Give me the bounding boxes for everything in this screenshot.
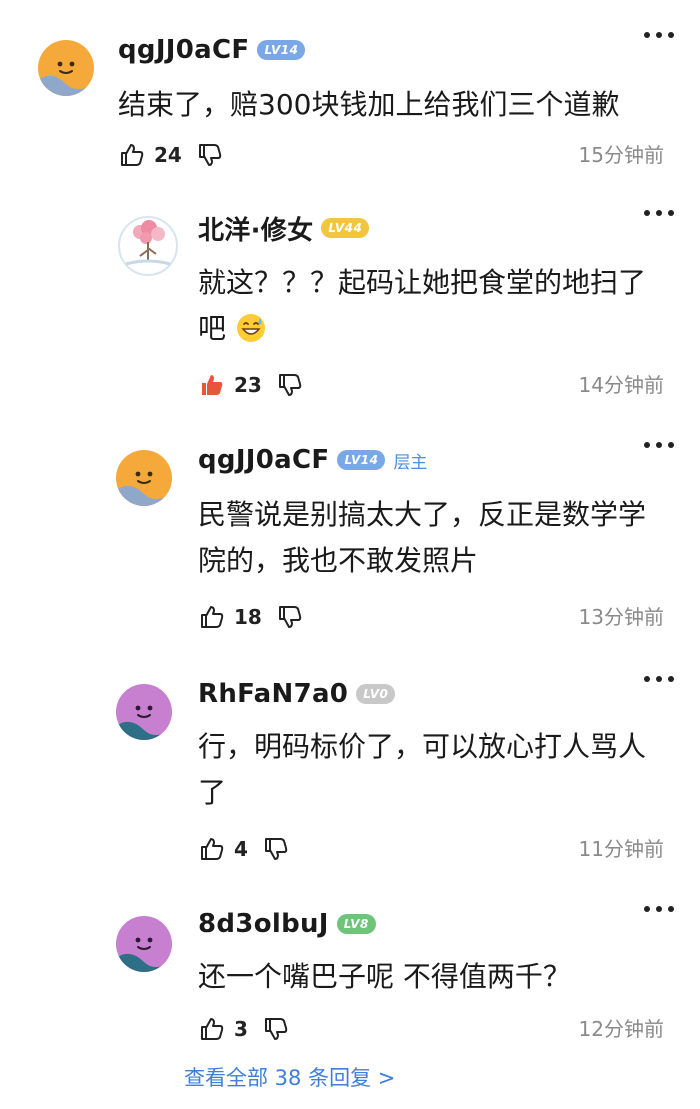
more-options-icon[interactable]: [644, 672, 674, 686]
thumbs-up-icon[interactable]: [198, 1015, 226, 1043]
like-count: 18: [234, 605, 262, 629]
level-badge: LV14: [337, 450, 386, 470]
comment-text: 结束了，赔300块钱加上给我们三个道歉: [118, 82, 678, 128]
timestamp: 11分钟前: [578, 837, 664, 861]
comment-line: 还一个嘴巴子呢 不得值两千？: [198, 960, 571, 993]
thumbs-up-icon[interactable]: [198, 603, 226, 631]
comment-line: 民警说是别搞太大了，反正是数学学: [198, 498, 647, 531]
comment-line: 结束了，赔300块钱加上给我们三个道歉: [118, 88, 620, 121]
cherry-blossom-avatar-icon: [116, 214, 180, 278]
more-options-icon[interactable]: [644, 28, 674, 42]
avatar[interactable]: [116, 684, 172, 740]
comment-thread: qgJJ0aCF LV14 结束了，赔300块钱加上给我们三个道歉 24 15分…: [0, 0, 700, 1109]
like-count: 3: [234, 1017, 248, 1041]
username[interactable]: qgJJ0aCF: [118, 35, 249, 65]
thumbs-up-icon[interactable]: [198, 835, 226, 863]
level-badge: LV8: [336, 914, 376, 934]
comment-text: 就这？？？起码让她把食堂的地扫了 吧: [198, 260, 668, 352]
timestamp: 12分钟前: [578, 1017, 664, 1041]
username[interactable]: qgJJ0aCF: [198, 445, 329, 475]
view-all-replies-link[interactable]: 查看全部 38 条回复 >: [184, 1062, 395, 1092]
username[interactable]: 北洋·修女: [198, 210, 313, 247]
more-options-icon[interactable]: [644, 438, 674, 452]
comment-line: 行，明码标价了，可以放心打人骂人: [198, 730, 647, 763]
thumbs-down-icon[interactable]: [276, 603, 304, 631]
comment-line: 吧: [198, 306, 668, 352]
avatar[interactable]: [116, 916, 172, 972]
more-options-icon[interactable]: [644, 902, 674, 916]
thumbs-down-icon[interactable]: [262, 835, 290, 863]
thumbs-up-filled-icon[interactable]: [198, 371, 226, 399]
comment-line: 就这？？？起码让她把食堂的地扫了: [198, 266, 647, 299]
avatar[interactable]: [116, 214, 180, 278]
comment-line: 院的，我也不敢发照片: [198, 544, 479, 577]
smiley-avatar-icon: [38, 40, 94, 96]
more-options-icon[interactable]: [644, 206, 674, 220]
comment-line: 了: [198, 776, 227, 809]
thumbs-down-icon[interactable]: [276, 371, 304, 399]
thumbs-down-icon[interactable]: [262, 1015, 290, 1043]
smiley-avatar-icon: [116, 684, 172, 740]
like-count: 4: [234, 837, 248, 861]
comment-line-text: 吧: [198, 312, 227, 345]
avatar[interactable]: [38, 40, 94, 96]
like-count: 23: [234, 373, 262, 397]
comment-text: 民警说是别搞太大了，反正是数学学 院的，我也不敢发照片: [198, 492, 668, 584]
username[interactable]: 8d3olbuJ: [198, 909, 329, 939]
comment-text: 还一个嘴巴子呢 不得值两千？: [198, 954, 668, 1000]
like-count: 24: [154, 143, 182, 167]
thumbs-up-icon[interactable]: [118, 141, 146, 169]
timestamp: 13分钟前: [578, 605, 664, 629]
smiley-avatar-icon: [116, 916, 172, 972]
level-badge: LV0: [356, 684, 396, 704]
thumbs-down-icon[interactable]: [196, 141, 224, 169]
smiley-avatar-icon: [116, 450, 172, 506]
timestamp: 14分钟前: [578, 373, 664, 397]
level-badge: LV14: [257, 40, 306, 60]
avatar[interactable]: [116, 450, 172, 506]
timestamp: 15分钟前: [578, 143, 664, 167]
comment-text: 行，明码标价了，可以放心打人骂人 了: [198, 724, 668, 816]
username[interactable]: RhFaN7a0: [198, 679, 348, 709]
sweat-smile-emoji-icon: [236, 314, 265, 342]
op-tag: 层主: [393, 452, 428, 473]
level-badge: LV44: [321, 218, 370, 238]
